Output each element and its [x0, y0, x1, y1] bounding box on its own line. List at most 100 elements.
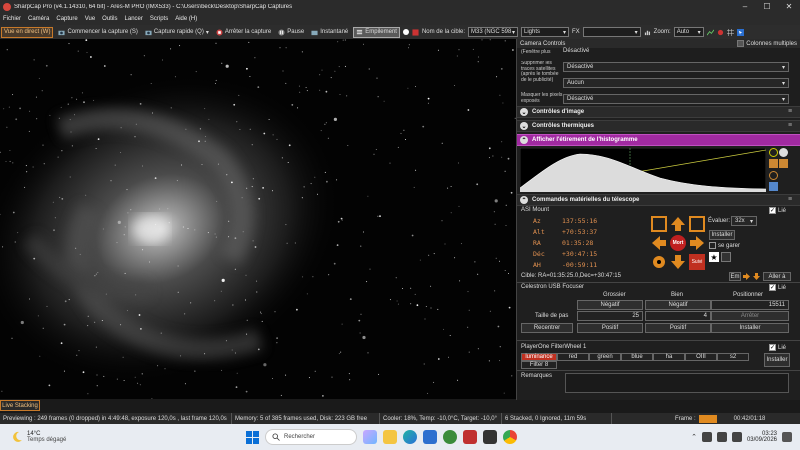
fx-select[interactable]: ▾	[582, 27, 641, 37]
mount-linked-checkbox[interactable]: ✓	[769, 207, 776, 214]
park-checkbox[interactable]	[709, 242, 716, 249]
filter-item[interactable]: green	[589, 353, 621, 361]
mount-en-button[interactable]: Em	[729, 272, 741, 281]
file-explorer-icon[interactable]	[383, 430, 397, 444]
chart-icon[interactable]	[706, 29, 714, 36]
chevron-up-icon[interactable]: ⌃	[691, 433, 697, 441]
multi-columns-checkbox[interactable]	[737, 40, 745, 47]
rotate-ccw-button[interactable]	[651, 216, 667, 232]
edge-icon[interactable]	[403, 430, 417, 444]
tracking-button[interactable]: Suivi	[689, 254, 705, 270]
quick-capture-button[interactable]: Capture rapide (Q) ▾	[143, 27, 211, 38]
start-capture-button[interactable]: Commencer la capture (S)	[56, 27, 139, 38]
arrow-down-icon[interactable]	[752, 272, 761, 281]
fine-negative-button[interactable]: Négatif	[645, 300, 711, 310]
filter-item[interactable]: OIII	[685, 353, 717, 361]
menu-outils[interactable]: Outils	[102, 16, 117, 22]
save-icon[interactable]	[769, 181, 778, 191]
pointer-icon[interactable]	[736, 28, 744, 36]
search-box[interactable]: Rechercher	[265, 429, 357, 445]
coarse-step-input[interactable]: 25	[577, 311, 643, 321]
filter-item[interactable]: red	[557, 353, 589, 361]
menu-capture[interactable]: Capture	[56, 16, 77, 22]
satellite-trails-select[interactable]: Désactivé ▾	[563, 62, 789, 72]
focuser-linked-checkbox[interactable]: ✓	[769, 284, 776, 291]
rotate-cw-button[interactable]	[689, 216, 705, 232]
notifications-icon[interactable]	[782, 432, 792, 442]
close-button[interactable]: ✕	[778, 0, 800, 13]
contrast-icon[interactable]	[779, 148, 788, 157]
app-dark-icon[interactable]	[483, 430, 497, 444]
histogram-icon[interactable]	[644, 29, 651, 36]
thermal-controls-header[interactable]: ⌄ Contrôles thermiques ≡	[517, 120, 800, 132]
north-arrow-icon[interactable]	[670, 216, 686, 232]
crosshair-icon[interactable]	[651, 254, 667, 270]
live-stacking-tab[interactable]: Live Stacking	[0, 400, 40, 411]
filter-item[interactable]: Filter 8	[521, 361, 557, 369]
stacking-button[interactable]: Empilement	[353, 26, 400, 38]
menu-icon[interactable]: ≡	[788, 196, 796, 204]
menu-aide[interactable]: Aide (H)	[175, 16, 197, 22]
menu-fichier[interactable]: Fichier	[3, 16, 21, 22]
image-preview[interactable]	[0, 39, 516, 399]
maximize-button[interactable]: ☐	[756, 0, 778, 13]
processing-select[interactable]: Aucun ▾	[563, 78, 789, 88]
volume-icon[interactable]	[716, 432, 727, 442]
chrome-icon[interactable]	[503, 430, 517, 444]
display-toggle[interactable]	[721, 252, 731, 262]
color-icon[interactable]	[717, 29, 724, 36]
battery-icon[interactable]	[731, 432, 742, 442]
star-icon[interactable]: ★	[709, 252, 719, 262]
target-name-select[interactable]: M33 (NGC 598 ▾	[468, 27, 518, 37]
position-input[interactable]: 15511	[711, 300, 789, 310]
install-mount-button[interactable]: Installer	[709, 230, 735, 240]
install-focuser-button[interactable]: Installer	[711, 323, 789, 333]
recenter-button[interactable]: Recentrer	[521, 323, 573, 333]
store-icon[interactable]	[423, 430, 437, 444]
stop-slew-button[interactable]: Mort	[670, 235, 686, 251]
east-arrow-icon[interactable]	[689, 235, 705, 251]
stop-capture-button[interactable]: Arrêter la capture	[214, 27, 273, 38]
menu-vue[interactable]: Vue	[85, 16, 95, 22]
south-arrow-icon[interactable]	[670, 254, 686, 270]
auto-stretch-icon[interactable]	[769, 148, 778, 157]
histogram-plot[interactable]	[520, 148, 766, 192]
sharpcap-icon[interactable]	[463, 430, 477, 444]
snapshot-button[interactable]: Instantané	[309, 27, 350, 38]
slew-rate-select[interactable]: 32x ▾	[731, 216, 757, 226]
live-view-button[interactable]: Vue en direct (W)	[1, 26, 54, 38]
filter-item[interactable]: luminance	[521, 353, 557, 361]
clock[interactable]: 03:23 03/09/2026	[747, 431, 777, 443]
install-filterwheel-button[interactable]: Installer	[764, 353, 790, 367]
menu-icon[interactable]: ≡	[788, 108, 796, 116]
grid-icon[interactable]	[726, 28, 734, 36]
remarks-textarea[interactable]	[565, 373, 789, 393]
lock-icon[interactable]	[779, 159, 788, 169]
west-arrow-icon[interactable]	[651, 235, 667, 251]
filter-item[interactable]: s2	[717, 353, 749, 361]
filter-item[interactable]: blue	[621, 353, 653, 361]
coarse-positive-button[interactable]: Positif	[577, 323, 643, 333]
minimize-button[interactable]: –	[734, 0, 756, 13]
menu-camera[interactable]: Caméra	[28, 16, 49, 22]
network-icon[interactable]	[701, 432, 712, 442]
arrow-right-icon[interactable]	[742, 272, 751, 281]
app-green-icon[interactable]	[443, 430, 457, 444]
frame-type-select[interactable]: Lights ▾	[521, 27, 569, 37]
zoom-histo-icon[interactable]	[769, 159, 778, 169]
menu-lancer[interactable]: Lancer	[125, 16, 143, 22]
widgets-icon[interactable]	[363, 430, 377, 444]
mask-pixels-select[interactable]: Désactivé ▾	[563, 94, 789, 104]
menu-scripts[interactable]: Scripts	[150, 16, 168, 22]
stop-focuser-button[interactable]: Arrêter	[711, 311, 789, 321]
reset-icon[interactable]	[769, 170, 778, 180]
coarse-negative-button[interactable]: Négatif	[577, 300, 643, 310]
goto-button[interactable]: Aller à	[763, 272, 791, 281]
filter-item[interactable]: ha	[653, 353, 685, 361]
telescope-header[interactable]: ⌃ Commandes matérielles du télescope ≡	[517, 194, 800, 206]
histogram-header[interactable]: ⌃ Afficher l'étirement de l'histogramme	[517, 134, 800, 146]
zoom-select[interactable]: Auto ▾	[673, 27, 704, 37]
weather-widget[interactable]: 14°C Temps dégagé	[10, 430, 150, 444]
fine-positive-button[interactable]: Positif	[645, 323, 711, 333]
windows-start-icon[interactable]	[246, 430, 259, 444]
